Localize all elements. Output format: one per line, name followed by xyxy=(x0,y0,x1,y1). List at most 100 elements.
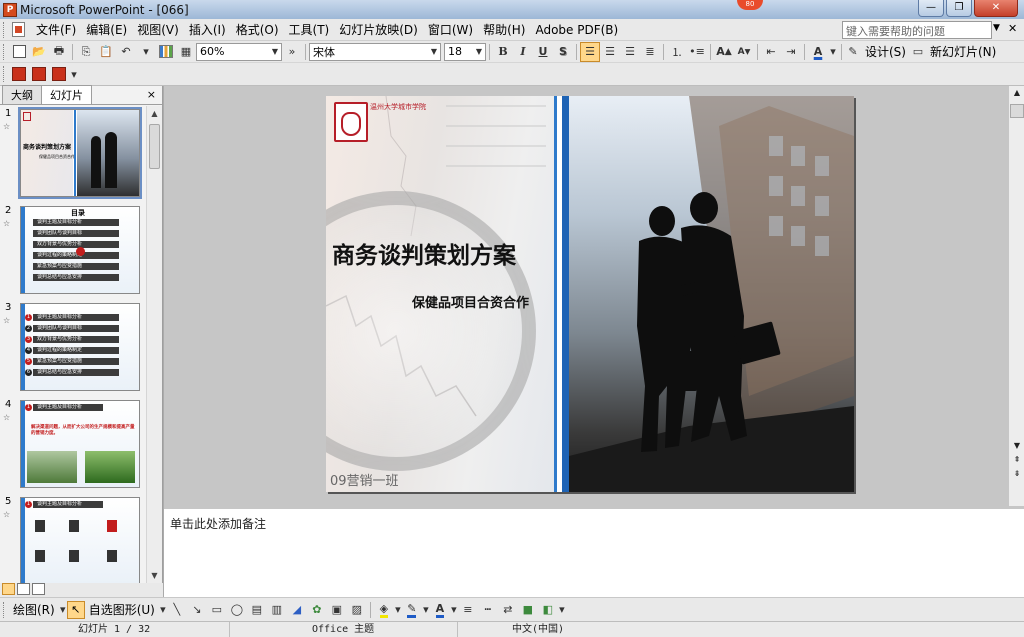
line-color-button[interactable]: ✎ xyxy=(402,600,422,620)
slides-pane-scrollbar[interactable]: ▲ ▼ xyxy=(146,106,162,583)
insert-table-button[interactable]: ▦ xyxy=(176,42,196,62)
italic-button[interactable]: I xyxy=(513,42,533,62)
scroll-thumb[interactable] xyxy=(1010,104,1024,118)
align-center-button[interactable]: ☰ xyxy=(600,42,620,62)
dash-style-button[interactable]: ┅ xyxy=(478,600,498,620)
convert-to-pdf-button[interactable] xyxy=(9,64,29,84)
undo-dropdown[interactable]: ▾ xyxy=(136,42,156,62)
restore-button[interactable]: ❐ xyxy=(946,0,972,17)
increase-indent-button[interactable]: ⇥ xyxy=(781,42,801,62)
slide-thumbnail[interactable]: 1 谈判主题及目标分析 解决渠道问题，从而扩大公司的生产规模和提高产量的营销力度… xyxy=(20,400,140,488)
scroll-down-button[interactable]: ▼ xyxy=(1010,440,1024,452)
menu-insert[interactable]: 插入(I) xyxy=(184,19,231,40)
convert-and-review-button[interactable] xyxy=(49,64,69,84)
clipart-button[interactable]: ▣ xyxy=(327,600,347,620)
close-window-button[interactable]: ✕ xyxy=(974,0,1018,17)
tab-outline[interactable]: 大纲 xyxy=(2,85,42,104)
scroll-up-button[interactable]: ▲ xyxy=(147,106,162,121)
3d-style-button[interactable]: ◧ xyxy=(538,600,558,620)
decrease-indent-button[interactable]: ⇤ xyxy=(761,42,781,62)
slide-thumbnail[interactable]: 目录 谈判主题及目标分析 谈判团队与谈判目标 双方背景与优势分析 谈判过程的策略… xyxy=(20,206,140,294)
current-slide[interactable]: 温州大学城市学院 商务谈判策划方案 保健品项目合资合作 09营销一班 xyxy=(326,96,854,492)
menu-view[interactable]: 视图(V) xyxy=(132,19,184,40)
new-slide-button[interactable]: 新幻灯片(N) xyxy=(926,43,1000,60)
numbering-button[interactable]: ⒈ xyxy=(667,42,687,62)
slide-scrollbar[interactable]: ▲ ▼ ⇞ ⇟ xyxy=(1008,86,1024,506)
toolbar-grip[interactable] xyxy=(3,601,6,618)
bold-button[interactable]: B xyxy=(493,42,513,62)
scroll-thumb[interactable] xyxy=(149,124,160,169)
zoom-select[interactable]: 60% ▼ xyxy=(196,42,282,61)
align-right-button[interactable]: ☰ xyxy=(620,42,640,62)
justify-button[interactable]: ≣ xyxy=(640,42,660,62)
arrow-tool-button[interactable]: ↘ xyxy=(187,600,207,620)
font-color-dropdown[interactable]: ▾ xyxy=(828,42,838,62)
new-document-button[interactable] xyxy=(9,42,29,62)
scroll-down-button[interactable]: ▼ xyxy=(147,568,162,583)
menu-edit[interactable]: 编辑(E) xyxy=(81,19,132,40)
menu-window[interactable]: 窗口(W) xyxy=(423,19,478,40)
arrow-style-button[interactable]: ⇄ xyxy=(498,600,518,620)
menu-adobe-pdf[interactable]: Adobe PDF(B) xyxy=(530,21,623,39)
line-tool-button[interactable]: ╲ xyxy=(167,600,187,620)
rectangle-tool-button[interactable]: ▭ xyxy=(207,600,227,620)
font-select[interactable]: 宋体 ▼ xyxy=(309,42,441,61)
diagram-button[interactable]: ✿ xyxy=(307,600,327,620)
font-color-button[interactable]: A xyxy=(808,42,828,62)
shadow-style-button[interactable]: ■ xyxy=(518,600,538,620)
slide-subtitle[interactable]: 保健品项目合资合作 xyxy=(412,292,529,311)
line-color-dropdown[interactable]: ▾ xyxy=(422,600,430,620)
picture-button[interactable]: ▨ xyxy=(347,600,367,620)
slideshow-view-button[interactable] xyxy=(32,583,45,595)
next-slide-button[interactable]: ⇟ xyxy=(1010,468,1024,480)
copy-button[interactable]: ⎘ xyxy=(76,42,96,62)
drawing-toolbar-options[interactable]: ▾ xyxy=(558,600,566,620)
undo-button[interactable]: ↶ xyxy=(116,42,136,62)
help-search-input[interactable]: 键入需要帮助的问题 xyxy=(842,21,992,39)
shadow-button[interactable]: S xyxy=(553,42,573,62)
notes-placeholder[interactable]: 单击此处添加备注 xyxy=(170,515,266,532)
pdf-toolbar-options[interactable]: ▾ xyxy=(69,64,79,84)
toolbar-grip[interactable] xyxy=(3,66,6,82)
menu-help[interactable]: 帮助(H) xyxy=(478,19,530,40)
scroll-up-button[interactable]: ▲ xyxy=(1010,87,1024,99)
oval-tool-button[interactable]: ◯ xyxy=(227,600,247,620)
slide-title[interactable]: 商务谈判策划方案 xyxy=(332,236,516,270)
menu-format[interactable]: 格式(O) xyxy=(231,19,284,40)
notification-badge[interactable]: 80 xyxy=(737,0,763,10)
previous-slide-button[interactable]: ⇞ xyxy=(1010,454,1024,466)
pane-close-button[interactable]: × xyxy=(147,88,156,101)
slide-class-label[interactable]: 09营销一班 xyxy=(330,470,399,489)
font-color-draw-dropdown[interactable]: ▾ xyxy=(450,600,458,620)
wordart-button[interactable]: ◢ xyxy=(287,600,307,620)
align-left-button[interactable]: ☰ xyxy=(580,41,600,62)
bullets-button[interactable]: •≡ xyxy=(687,42,707,62)
print-button[interactable]: 🖶 xyxy=(49,42,69,62)
document-close-button[interactable]: ✕ xyxy=(1008,22,1017,35)
slide-thumbnail[interactable]: 1 谈判主题及目标分析 xyxy=(20,497,140,583)
paste-button[interactable]: 📋 xyxy=(96,42,116,62)
fill-color-dropdown[interactable]: ▾ xyxy=(394,600,402,620)
design-button[interactable]: 设计(S) xyxy=(861,43,910,60)
normal-view-button[interactable] xyxy=(2,583,15,595)
vertical-textbox-button[interactable]: ▥ xyxy=(267,600,287,620)
tab-slides[interactable]: 幻灯片 xyxy=(41,85,92,104)
select-objects-button[interactable]: ↖ xyxy=(66,600,85,619)
document-icon[interactable] xyxy=(12,22,25,37)
slide-sorter-view-button[interactable] xyxy=(17,583,30,595)
notes-pane[interactable]: 单击此处添加备注 xyxy=(164,506,1024,597)
grow-font-button[interactable]: A ▲ xyxy=(714,42,734,62)
font-size-select[interactable]: 18 ▼ xyxy=(444,42,486,61)
draw-menu-button[interactable]: 绘图(R) xyxy=(9,601,59,618)
menubar-grip[interactable] xyxy=(3,21,6,38)
autoshapes-menu-button[interactable]: 自选图形(U) xyxy=(85,601,159,618)
shrink-font-button[interactable]: A ▼ xyxy=(734,42,754,62)
textbox-tool-button[interactable]: ▤ xyxy=(247,600,267,620)
underline-button[interactable]: U xyxy=(533,42,553,62)
convert-and-email-button[interactable] xyxy=(29,64,49,84)
menu-file[interactable]: 文件(F) xyxy=(31,19,81,40)
menu-slideshow[interactable]: 幻灯片放映(D) xyxy=(334,19,423,40)
font-color-draw-button[interactable]: A xyxy=(430,600,450,620)
slide-thumbnail[interactable]: 商务谈判策划方案 保健品项目合资合作 xyxy=(18,107,142,199)
line-style-button[interactable]: ≡ xyxy=(458,600,478,620)
